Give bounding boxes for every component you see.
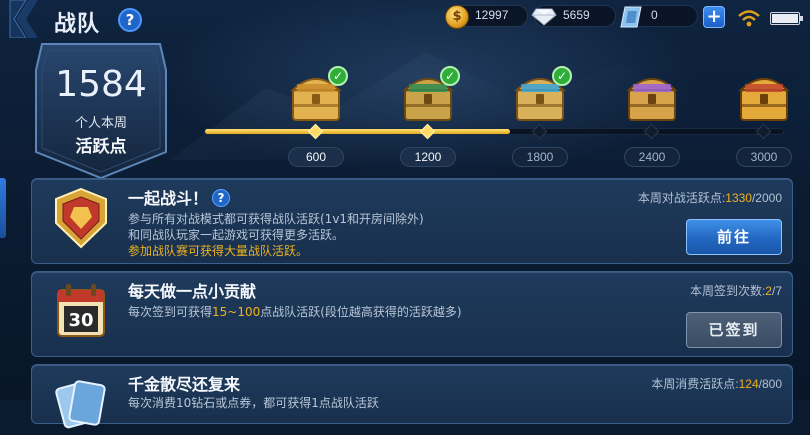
team-shield-icon bbox=[55, 187, 107, 249]
task-desc-suffix: 点战队活跃(段位越高获得的活跃越多) bbox=[260, 305, 462, 319]
task-stat: 本周消费活跃点:124/800 bbox=[651, 375, 782, 392]
task-help-button[interactable]: ? bbox=[212, 189, 231, 207]
battery-icon bbox=[770, 12, 803, 25]
claimed-check-icon: ✓ bbox=[552, 66, 572, 86]
gold-counter: $ 12997 bbox=[445, 5, 528, 29]
task-card-spend: 千金散尽还复来 每次消费10钻石或点券，都可获得1点战队活跃 本周消费活跃点:1… bbox=[31, 364, 793, 429]
task-desc-highlight: 15~100 bbox=[212, 305, 261, 319]
task-desc-prefix: 每次签到可获得 bbox=[128, 305, 213, 319]
weekly-score-badge: 1584 个人本周 活跃点 bbox=[32, 40, 170, 180]
help-button[interactable]: ? bbox=[118, 8, 142, 32]
diamond-value: 5659 bbox=[563, 8, 590, 22]
task-desc-line-2: 和同战队玩家一起游戏可获得更多活跃。 bbox=[128, 228, 345, 242]
go-button[interactable]: 前往 bbox=[686, 219, 782, 255]
task-desc: 每次签到可获得15~100点战队活跃(段位越高获得的活跃越多) bbox=[128, 304, 462, 320]
page-title: 战队 bbox=[54, 12, 101, 37]
add-currency-button[interactable]: + bbox=[703, 6, 725, 28]
task-title-text: 一起战斗！ bbox=[128, 189, 209, 208]
reward-chest-icon[interactable] bbox=[623, 64, 681, 126]
milestone-label: 600 bbox=[288, 147, 344, 167]
task-stat-value: 124 bbox=[738, 377, 759, 391]
task-stat-label: 本周签到次数: bbox=[689, 284, 766, 298]
task-stat-total: /800 bbox=[758, 377, 782, 391]
task-stat-value: 1330 bbox=[725, 191, 752, 205]
coupon-counter: 0 bbox=[620, 5, 698, 28]
top-bar: 战队 ? $ 12997 5659 0 + bbox=[0, 0, 810, 38]
task-desc: 每次消费10钻石或点券，都可获得1点战队活跃 bbox=[128, 396, 379, 410]
claimed-check-icon: ✓ bbox=[328, 66, 348, 86]
task-stat-total: /7 bbox=[771, 284, 782, 298]
task-stat-label: 本周消费活跃点: bbox=[651, 377, 739, 391]
task-desc-line-1: 参与所有对战模式都可获得战队活跃(1v1和开房间除外) bbox=[128, 212, 424, 226]
signed-in-button[interactable]: 已签到 bbox=[686, 312, 782, 348]
diamond-icon bbox=[531, 8, 557, 26]
task-title: 每天做一点小贡献 bbox=[128, 282, 257, 301]
task-stat-value: 2 bbox=[765, 284, 772, 298]
task-card-battle: 一起战斗！? 参与所有对战模式都可获得战队活跃(1v1和开房间除外) 和同战队玩… bbox=[31, 178, 793, 264]
task-title: 千金散尽还复来 bbox=[128, 375, 241, 394]
weekly-score-value: 1584 bbox=[55, 64, 147, 105]
weekly-score-label-2: 活跃点 bbox=[75, 137, 127, 157]
task-stat: 本周对战活跃点:1330/2000 bbox=[638, 189, 782, 206]
reward-chest-icon[interactable] bbox=[735, 64, 793, 126]
task-stat-label: 本周对战活跃点: bbox=[637, 191, 726, 205]
diamond-counter: 5659 bbox=[531, 5, 616, 27]
coupon-value: 0 bbox=[651, 8, 658, 22]
task-stat: 本周签到次数:2/7 bbox=[690, 282, 782, 299]
milestone-label: 1200 bbox=[400, 147, 456, 167]
milestone-label: 1800 bbox=[512, 147, 568, 167]
gold-coin-icon: $ bbox=[445, 5, 469, 29]
wifi-icon bbox=[738, 10, 760, 27]
milestone-label: 2400 bbox=[624, 147, 680, 167]
milestone-label: 3000 bbox=[736, 147, 792, 167]
task-note: 参加战队赛可获得大量战队活跃。 bbox=[128, 244, 309, 258]
progress-track bbox=[204, 128, 784, 135]
calendar-number: 30 bbox=[68, 310, 93, 331]
task-title: 一起战斗！? bbox=[128, 185, 231, 209]
hex-frame-icon bbox=[35, 43, 167, 180]
gold-value: 12997 bbox=[475, 8, 509, 22]
back-arrow-icon[interactable] bbox=[8, 0, 42, 38]
task-stat-total: /2000 bbox=[751, 191, 782, 205]
calendar-icon: 30 bbox=[57, 284, 105, 337]
coupon-icon bbox=[620, 6, 642, 28]
cards-coupons-icon bbox=[55, 380, 106, 429]
weekly-score-label-1: 个人本周 bbox=[74, 116, 127, 131]
task-card-signin: 30 每天做一点小贡献 每次签到可获得15~100点战队活跃(段位越高获得的活跃… bbox=[31, 271, 793, 357]
side-tab-indicator bbox=[0, 178, 6, 238]
claimed-check-icon: ✓ bbox=[440, 66, 460, 86]
progress-fill bbox=[205, 129, 511, 134]
